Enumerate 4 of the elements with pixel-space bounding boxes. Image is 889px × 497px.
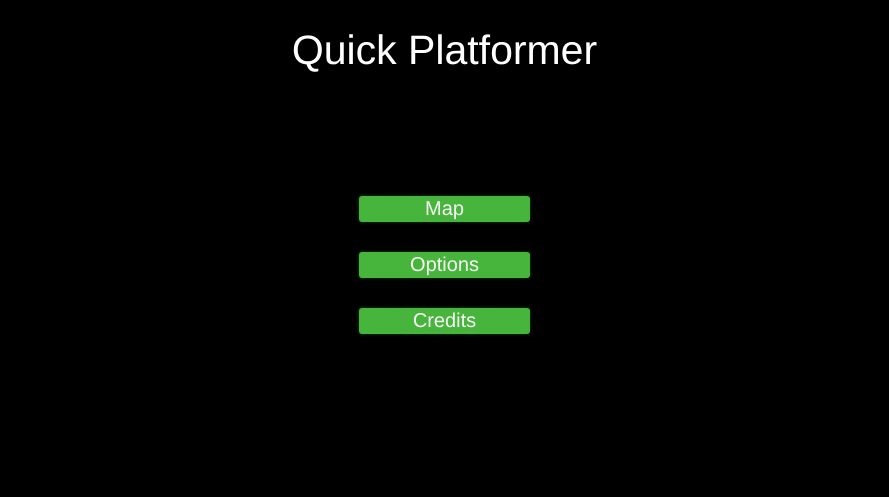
menu-button[interactable]: Options [359, 252, 530, 278]
menu-button[interactable]: Map [359, 196, 530, 222]
game-title: Quick Platformer [292, 26, 598, 75]
menu-button[interactable]: Credits [359, 308, 530, 334]
